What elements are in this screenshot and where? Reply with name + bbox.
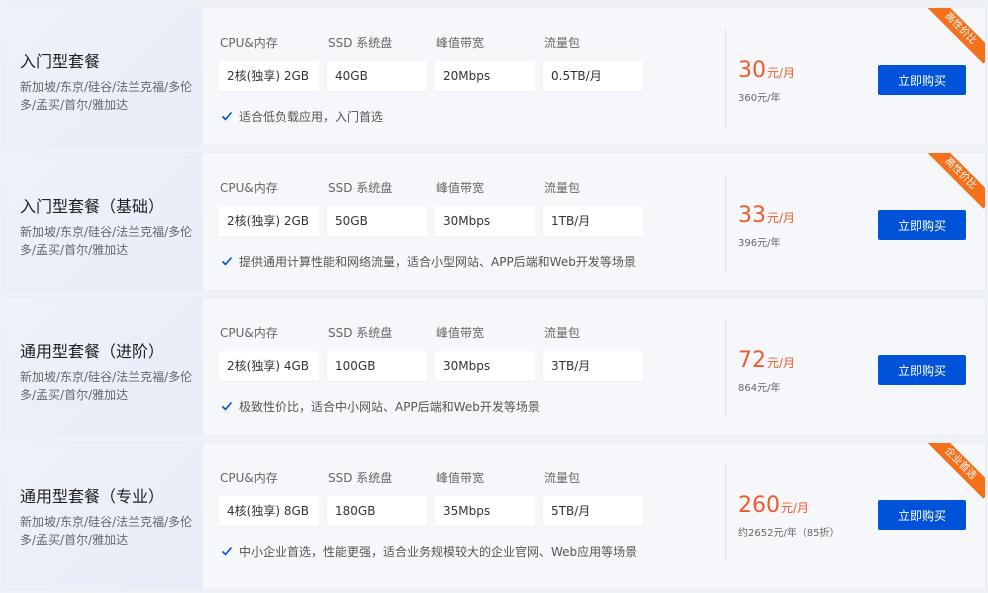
- plan-price: 33元/月: [738, 203, 795, 228]
- plan-badge: 企业首选: [925, 443, 985, 499]
- spec-value-cpu: 2核(独享) 4GB: [219, 351, 319, 381]
- spec-label-traffic: 流量包: [544, 36, 581, 50]
- spec-value-bandwidth: 30Mbps: [435, 206, 535, 236]
- spec-label-bandwidth: 峰值带宽: [436, 471, 485, 485]
- spec-value-cpu: 4核(独享) 8GB: [219, 496, 319, 526]
- plan-header: 入门型套餐（基础） 新加坡/东京/硅谷/法兰克福/多伦多/孟买/首尔/雅加达: [3, 153, 203, 290]
- spec-value-disk: 40GB: [327, 61, 427, 91]
- divider: [725, 463, 726, 563]
- price-yearly: 360元/年: [738, 93, 781, 104]
- plan-feature-text: 中小企业首选，性能更强，适合业务规模较大的企业官网、Web应用等场景: [239, 545, 638, 559]
- plan-feature: 极致性价比，适合中小网站、APP后端和Web开发等场景: [221, 398, 540, 415]
- spec-value-bandwidth: 20Mbps: [435, 61, 535, 91]
- price-yearly: 约2652元/年（85折）: [738, 528, 840, 539]
- spec-label-traffic: 流量包: [544, 181, 581, 195]
- check-icon: [221, 111, 233, 121]
- buy-now-button[interactable]: 立即购买: [878, 210, 966, 240]
- plan-feature-text: 适合低负载应用，入门首选: [239, 110, 384, 124]
- plan-header: 通用型套餐（进阶） 新加坡/东京/硅谷/法兰克福/多伦多/孟买/首尔/雅加达: [3, 298, 203, 435]
- spec-label-cpu: CPU&内存: [220, 36, 278, 50]
- check-icon: [221, 256, 233, 266]
- plan-header: 入门型套餐 新加坡/东京/硅谷/法兰克福/多伦多/孟买/首尔/雅加达: [3, 8, 203, 145]
- spec-label-disk: SSD 系统盘: [328, 471, 393, 485]
- spec-value-disk: 50GB: [327, 206, 427, 236]
- plan-regions: 新加坡/东京/硅谷/法兰克福/多伦多/孟买/首尔/雅加达: [20, 515, 193, 547]
- price-unit: 元/月: [767, 356, 796, 370]
- plan-badge: 高性价比: [925, 153, 985, 209]
- spec-label-bandwidth: 峰值带宽: [436, 36, 485, 50]
- plan-card-basic: 入门型套餐（基础） 新加坡/东京/硅谷/法兰克福/多伦多/孟买/首尔/雅加达 C…: [3, 153, 985, 290]
- spec-value-traffic: 0.5TB/月: [543, 61, 643, 91]
- divider: [725, 173, 726, 273]
- buy-now-button[interactable]: 立即购买: [878, 500, 966, 530]
- spec-value-traffic: 1TB/月: [543, 206, 643, 236]
- price-amount: 30: [738, 58, 766, 83]
- price-unit: 元/月: [767, 66, 796, 80]
- price-yearly: 396元/年: [738, 238, 781, 249]
- spec-value-cpu: 2核(独享) 2GB: [219, 206, 319, 236]
- spec-label-cpu: CPU&内存: [220, 471, 278, 485]
- spec-label-bandwidth: 峰值带宽: [436, 181, 485, 195]
- spec-value-cpu: 2核(独享) 2GB: [219, 61, 319, 91]
- plan-feature: 中小企业首选，性能更强，适合业务规模较大的企业官网、Web应用等场景: [221, 543, 637, 560]
- spec-label-disk: SSD 系统盘: [328, 326, 393, 340]
- price-amount: 260: [738, 493, 780, 518]
- price-unit: 元/月: [767, 211, 796, 225]
- price-unit: 元/月: [781, 501, 810, 515]
- spec-label-cpu: CPU&内存: [220, 181, 278, 195]
- plan-feature-text: 极致性价比，适合中小网站、APP后端和Web开发等场景: [239, 400, 540, 414]
- spec-value-traffic: 3TB/月: [543, 351, 643, 381]
- divider: [725, 318, 726, 418]
- spec-value-bandwidth: 35Mbps: [435, 496, 535, 526]
- buy-now-button[interactable]: 立即购买: [878, 355, 966, 385]
- plan-title: 通用型套餐（进阶）: [20, 342, 165, 361]
- spec-value-bandwidth: 30Mbps: [435, 351, 535, 381]
- spec-label-traffic: 流量包: [544, 471, 581, 485]
- spec-value-disk: 180GB: [327, 496, 427, 526]
- spec-label-disk: SSD 系统盘: [328, 181, 393, 195]
- divider: [725, 28, 726, 128]
- plan-badge: 高性价比: [925, 8, 985, 64]
- plan-feature: 提供通用计算性能和网络流量，适合小型网站、APP后端和Web开发等场景: [221, 253, 636, 270]
- spec-value-traffic: 5TB/月: [543, 496, 643, 526]
- plan-title: 入门型套餐（基础）: [20, 197, 165, 216]
- price-yearly: 864元/年: [738, 383, 781, 394]
- spec-value-disk: 100GB: [327, 351, 427, 381]
- plan-regions: 新加坡/东京/硅谷/法兰克福/多伦多/孟买/首尔/雅加达: [20, 225, 193, 257]
- check-icon: [221, 401, 233, 411]
- plan-price: 260元/月: [738, 493, 809, 518]
- plan-feature-text: 提供通用计算性能和网络流量，适合小型网站、APP后端和Web开发等场景: [239, 255, 636, 269]
- spec-label-cpu: CPU&内存: [220, 326, 278, 340]
- spec-label-traffic: 流量包: [544, 326, 581, 340]
- plan-regions: 新加坡/东京/硅谷/法兰克福/多伦多/孟买/首尔/雅加达: [20, 370, 193, 402]
- plan-card-pro: 通用型套餐（专业） 新加坡/东京/硅谷/法兰克福/多伦多/孟买/首尔/雅加达 C…: [3, 443, 985, 589]
- plan-feature: 适合低负载应用，入门首选: [221, 108, 383, 125]
- plan-list: 入门型套餐 新加坡/东京/硅谷/法兰克福/多伦多/孟买/首尔/雅加达 CPU&内…: [0, 0, 988, 593]
- plan-card-entry: 入门型套餐 新加坡/东京/硅谷/法兰克福/多伦多/孟买/首尔/雅加达 CPU&内…: [3, 8, 985, 145]
- plan-price: 30元/月: [738, 58, 795, 83]
- price-amount: 72: [738, 348, 766, 373]
- plan-price: 72元/月: [738, 348, 795, 373]
- check-icon: [221, 546, 233, 556]
- plan-title: 通用型套餐（专业）: [20, 487, 165, 506]
- plan-regions: 新加坡/东京/硅谷/法兰克福/多伦多/孟买/首尔/雅加达: [20, 80, 193, 112]
- buy-now-button[interactable]: 立即购买: [878, 65, 966, 95]
- plan-card-advanced: 通用型套餐（进阶） 新加坡/东京/硅谷/法兰克福/多伦多/孟买/首尔/雅加达 C…: [3, 298, 985, 435]
- spec-label-bandwidth: 峰值带宽: [436, 326, 485, 340]
- price-amount: 33: [738, 203, 766, 228]
- plan-title: 入门型套餐: [20, 52, 101, 71]
- plan-header: 通用型套餐（专业） 新加坡/东京/硅谷/法兰克福/多伦多/孟买/首尔/雅加达: [3, 443, 203, 589]
- spec-label-disk: SSD 系统盘: [328, 36, 393, 50]
